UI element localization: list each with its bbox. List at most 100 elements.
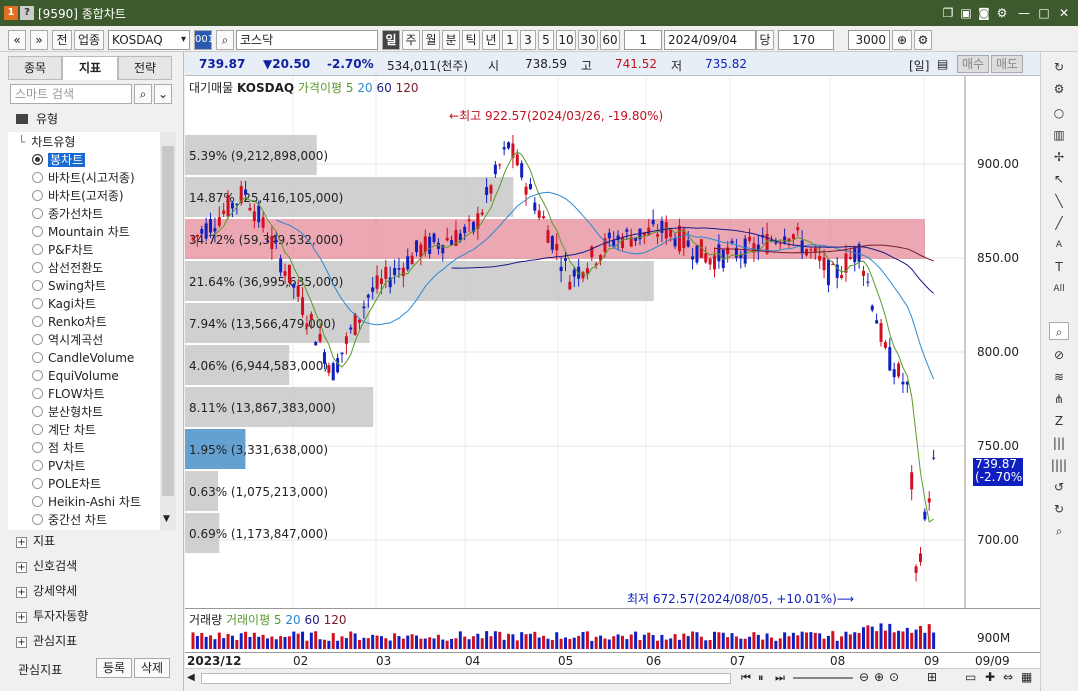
tab-indicator[interactable]: 지표 [62,56,118,80]
pointer-icon[interactable]: ↖ [1049,170,1069,188]
list-icon[interactable]: ▤ [937,57,948,71]
sector-button[interactable]: 업종 [74,30,104,50]
market-select[interactable]: KOSDAQ ▾ [108,30,190,50]
group-type[interactable]: 유형 [16,110,58,128]
camera-icon[interactable]: ◙ [976,5,992,21]
period-minute[interactable]: 분 [442,30,460,50]
tab-stock[interactable]: 종목 [8,56,62,80]
search-input[interactable]: 스마트 검색 [10,84,132,104]
zoom-slider[interactable] [793,677,853,679]
chart-type-item[interactable]: Kagi차트 [32,295,96,313]
sell-button[interactable]: 매도 [991,55,1023,73]
chart-type-item[interactable]: 바차트(시고저종) [32,169,135,187]
close-icon[interactable]: ✕ [1056,5,1072,21]
total-count-field[interactable]: 3000 [848,30,890,50]
last-icon[interactable]: ⏭ [775,671,785,685]
chart-type-item[interactable]: 종가선차트 [32,205,103,223]
jeon-button[interactable]: 전 [52,30,72,50]
code-button[interactable]: 001 [194,30,214,50]
chart-type-item[interactable]: P&F차트 [32,241,94,259]
add-icon[interactable]: ✚ [985,670,995,684]
undo-icon[interactable]: ↺ [1049,478,1069,496]
period-tick[interactable]: 틱 [462,30,480,50]
search-icon[interactable]: ⌕ [134,84,152,104]
bottom-scrollbar[interactable]: ◀ ⏮ ⏸ ⏭ ⊖ ⊕ ⊙ ⊞ ▭ ✚ ⇔ ▦ [185,668,1040,688]
circle-icon[interactable]: ○ [1049,104,1069,122]
fibonacci-icon[interactable]: ≋ [1049,368,1069,386]
date-field[interactable]: 2024/09/04 [664,30,756,50]
chart-type-item[interactable]: EquiVolume [32,367,119,385]
chart-type-item[interactable]: PV차트 [32,457,86,475]
section-indicator[interactable]: + 지표 [16,530,55,552]
chart-type-item[interactable]: 바차트(고저종) [32,187,124,205]
zoom-out-icon[interactable]: ⊖ [859,670,869,684]
chart-type-item[interactable]: 분산형차트 [32,403,103,421]
auto-icon[interactable]: A [1049,236,1069,254]
interval-3[interactable]: 3 [520,30,536,50]
zoom-icon[interactable]: ⊕ [892,30,912,50]
zoom-select-icon[interactable]: ⊘ [1049,346,1069,364]
interval-10[interactable]: 10 [556,30,576,50]
chevron-down-icon[interactable]: ⌄ [154,84,172,104]
interval-30[interactable]: 30 [578,30,598,50]
chart-type-item[interactable]: Swing차트 [32,277,106,295]
interval-1[interactable]: 1 [502,30,518,50]
z-icon[interactable]: Z [1049,412,1069,430]
chart-type-item[interactable]: 점 차트 [32,439,85,457]
cross-icon[interactable]: ✢ [1049,148,1069,166]
chart-type-item[interactable]: Heikin-Ashi 차트 [32,493,141,511]
subgroup-chart-type[interactable]: └ 차트유형 [18,133,75,151]
pitchfork-icon[interactable]: ⋔ [1049,390,1069,408]
zoom-in-icon[interactable]: ⊕ [874,670,884,684]
refresh-icon[interactable]: ↻ [1049,58,1069,76]
bars-alt-icon[interactable]: |||| [1049,456,1069,474]
help-icon[interactable]: ? [20,6,34,20]
save-icon[interactable]: ▣ [958,5,974,21]
gear-icon[interactable]: ⚙ [994,5,1010,21]
fit-icon[interactable]: ▭ [965,670,976,684]
settings-icon[interactable]: ⚙ [1049,80,1069,98]
first-icon[interactable]: ⏮ [741,671,751,685]
tree-scrollbar[interactable]: ▼ [160,132,176,530]
price-chart[interactable]: 900.00 850.00 800.00 750.00 700.00 5.39% (9,2… [185,76,1040,616]
interval-60[interactable]: 60 [600,30,620,50]
all-icon[interactable]: All [1049,280,1069,298]
chart-type-item[interactable]: 계단 차트 [32,421,96,439]
magnifier-icon[interactable]: ⌕ [1049,322,1069,340]
volume-panel[interactable]: 거래량 거래이평 5 20 60 120 900M [185,608,1040,654]
pause-icon[interactable]: ⏸ [758,671,764,685]
prev-button[interactable]: « [8,30,26,50]
bar-chart-icon[interactable]: ▥ [1049,126,1069,144]
expand-icon[interactable]: ⇔ [1003,670,1013,684]
section-favorite[interactable]: + 관심지표 [16,630,77,652]
view-count-field[interactable]: 170 [778,30,834,50]
minimize-icon[interactable]: — [1016,5,1032,21]
chart-type-item[interactable]: 삼선전환도 [32,259,103,277]
chart-type-item[interactable]: FLOW차트 [32,385,105,403]
maximize-icon[interactable]: □ [1036,5,1052,21]
grid-icon[interactable]: ▦ [1021,670,1032,684]
section-investor[interactable]: + 투자자동향 [16,605,88,627]
scroll-down-icon[interactable]: ▼ [163,514,170,524]
scroll-thumb[interactable] [162,146,174,496]
period-year[interactable]: 년 [482,30,500,50]
redo-icon[interactable]: ↻ [1049,500,1069,518]
scroll-left-icon[interactable]: ◀ [187,672,195,683]
next-button[interactable]: » [30,30,48,50]
settings-icon[interactable]: ⚙ [914,30,932,50]
chart-type-item[interactable]: Renko차트 [32,313,107,331]
period-week[interactable]: 주 [402,30,420,50]
bars-icon[interactable]: ||| [1049,434,1069,452]
text-icon[interactable]: T [1049,258,1069,276]
delete-button[interactable]: 삭제 [134,658,170,678]
restore-icon[interactable]: ❐ [940,5,956,21]
name-field[interactable]: 코스닥 [236,30,378,50]
buy-button[interactable]: 매수 [957,55,989,73]
interval-5[interactable]: 5 [538,30,554,50]
search-icon[interactable]: ⌕ [216,30,234,50]
dang-button[interactable]: 당 [756,30,774,50]
search-icon[interactable]: ⌕ [1049,522,1069,540]
chart-type-item[interactable]: 역시계곡선 [32,331,103,349]
chart-type-item[interactable]: CandleVolume [32,349,134,367]
register-button[interactable]: 등록 [96,658,132,678]
